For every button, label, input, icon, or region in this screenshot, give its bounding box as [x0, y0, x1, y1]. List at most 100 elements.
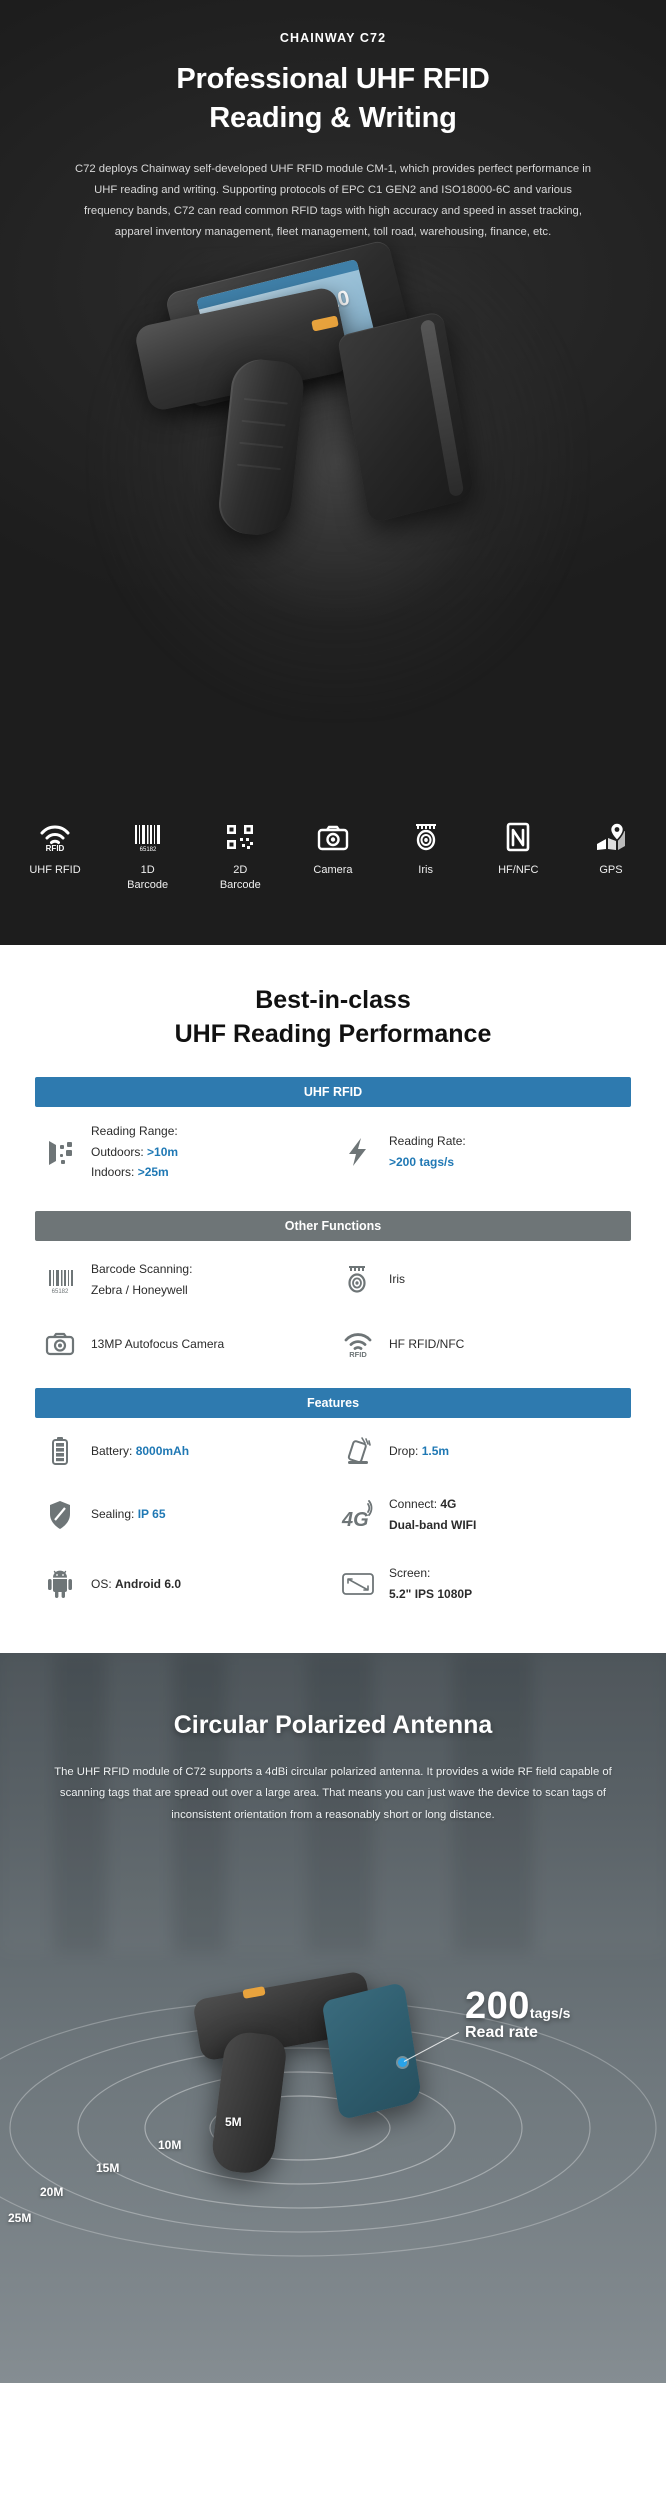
reading-rate-label: Reading Rate:: [389, 1134, 466, 1149]
qr-2d-icon: [203, 818, 277, 852]
spec-connect: 4G Connect: 4G Dual-band WIFI: [333, 1480, 631, 1549]
nfc-icon: [481, 818, 555, 852]
grip-ridge: [243, 397, 288, 405]
spec-text: Screen: 5.2" IPS 1080P: [389, 1563, 472, 1604]
feature-item-1d-barcode: 65182 1D Barcode: [111, 818, 185, 893]
read-rate-unit: tags/s: [529, 2004, 571, 2021]
spec-text: HF RFID/NFC: [389, 1334, 464, 1355]
camera-label: 13MP Autofocus Camera: [91, 1336, 225, 1351]
indoors-value: >25m: [137, 1165, 169, 1180]
read-rate-callout: 200tags/s Read rate: [465, 1985, 570, 2042]
spec-text: 13MP Autofocus Camera: [91, 1334, 224, 1355]
feature-item-iris: Iris: [389, 818, 463, 878]
svg-text:65182: 65182: [52, 1289, 69, 1294]
battery-value: 8000mAh: [135, 1443, 190, 1458]
spec-text: Connect: 4G Dual-band WIFI: [389, 1494, 476, 1535]
section-header-uhf-rfid: UHF RFID: [35, 1077, 631, 1107]
sealing-value: IP 65: [137, 1507, 166, 1522]
grip-ridge: [236, 463, 281, 471]
grip-ridge: [239, 441, 284, 449]
svg-text:RFID: RFID: [46, 844, 65, 852]
range-ring-label-20m: 20M: [40, 2184, 64, 2199]
rfid-signal-icon: [43, 1137, 77, 1167]
connect-value-2: Dual-band WIFI: [389, 1517, 477, 1532]
barcode-scanning-label: Barcode Scanning:: [91, 1261, 193, 1276]
specs-title-line1: Best-in-class: [255, 986, 411, 1014]
reading-rate-value: >200 tags/s: [389, 1154, 455, 1169]
connect-label: Connect:: [389, 1497, 441, 1512]
4g-icon: 4G: [341, 1499, 375, 1530]
feature-icon-strip: RFID UHF RFID 65182 1D Barcode 2D Barcod…: [0, 818, 666, 893]
outdoors-value: >10m: [147, 1144, 179, 1159]
iris-icon: [341, 1265, 375, 1295]
range-ring-label-10m: 10M: [158, 2137, 182, 2152]
feature-item-camera: Camera: [296, 818, 370, 878]
gps-icon: [574, 818, 648, 852]
spec-camera: 13MP Autofocus Camera: [35, 1314, 333, 1374]
spec-battery: Battery: 8000mAh: [35, 1418, 333, 1480]
iris-label: Iris: [389, 1272, 405, 1287]
spec-screen: Screen: 5.2" IPS 1080P: [333, 1549, 631, 1618]
specs-title-line2: UHF Reading Performance: [174, 1020, 492, 1048]
page-title: Professional UHF RFID Reading & Writing: [0, 60, 666, 137]
drop-icon: [341, 1436, 375, 1466]
read-rate-sub-label: Read rate: [465, 2023, 538, 2041]
section-header-other-functions: Other Functions: [35, 1210, 631, 1241]
product-page: CHAINWAY C72 Professional UHF RFID Readi…: [0, 0, 666, 2500]
spec-text: OS: Android 6.0: [91, 1574, 181, 1595]
spec-reading-rate: Reading Rate: >200 tags/s: [333, 1107, 631, 1197]
spec-drop: Drop: 1.5m: [333, 1418, 631, 1480]
feature-label: GPS: [599, 864, 623, 877]
antenna-section: Circular Polarized Antenna The UHF RFID …: [0, 1652, 666, 2383]
spec-reading-range: Reading Range: Outdoors: >10m Indoors: >…: [35, 1107, 333, 1197]
product-image: 10: [0, 210, 666, 810]
specs-section: Best-in-class UHF Reading Performance UH…: [0, 945, 666, 1653]
drop-value: 1.5m: [421, 1443, 450, 1458]
lightning-icon: [341, 1137, 375, 1167]
svg-text:65182: 65182: [139, 847, 156, 852]
feature-label: Iris: [418, 864, 433, 877]
feature-label: HF/NFC: [498, 864, 539, 877]
feature-item-2d-barcode: 2D Barcode: [203, 818, 277, 893]
spec-text: Reading Range: Outdoors: >10m Indoors: >…: [91, 1121, 178, 1183]
barcode-scanning-value: Zebra / Honeywell: [91, 1282, 188, 1297]
spec-text: Battery: 8000mAh: [91, 1441, 189, 1462]
feature-label: Camera: [313, 864, 353, 877]
section-header-features: Features: [35, 1388, 631, 1419]
hf-rfid-nfc-label: HF RFID/NFC: [389, 1336, 465, 1351]
screen-icon: [341, 1571, 375, 1597]
uhf-rfid-spec-grid: Reading Range: Outdoors: >10m Indoors: >…: [35, 1107, 631, 1197]
grip-ridge: [241, 419, 286, 427]
rfid-wifi-icon: RFID: [18, 818, 92, 852]
shield-icon: [43, 1500, 77, 1530]
battery-label: Battery:: [91, 1443, 136, 1458]
hero-section: CHAINWAY C72 Professional UHF RFID Readi…: [0, 0, 666, 945]
spec-os: OS: Android 6.0: [35, 1549, 333, 1618]
barcode-1d-icon: 65182: [111, 818, 185, 852]
camera-icon: [296, 818, 370, 852]
outdoors-label: Outdoors:: [91, 1144, 148, 1159]
other-functions-spec-grid: 65182 Barcode Scanning: Zebra / Honeywel…: [35, 1241, 631, 1374]
reading-range-label: Reading Range:: [91, 1124, 178, 1138]
spec-sealing: Sealing: IP 65: [35, 1480, 333, 1549]
antenna-range-scene: 200tags/s Read rate 5M 10M 15M 20M 25M: [0, 1953, 666, 2383]
spec-text: Reading Rate: >200 tags/s: [389, 1131, 466, 1172]
connect-value: 4G: [440, 1497, 457, 1512]
range-ring-label-5m: 5M: [225, 2114, 242, 2129]
antenna-title: Circular Polarized Antenna: [173, 1710, 493, 1739]
drop-label: Drop:: [389, 1443, 422, 1458]
sealing-label: Sealing:: [91, 1507, 138, 1522]
read-rate-value: 200: [465, 1984, 530, 2027]
spec-iris: Iris: [333, 1241, 631, 1314]
camera-icon: [43, 1331, 77, 1357]
os-value: Android 6.0: [115, 1576, 182, 1591]
rfid-wifi-icon: RFID: [341, 1330, 375, 1358]
spec-barcode-scanning: 65182 Barcode Scanning: Zebra / Honeywel…: [35, 1241, 333, 1314]
svg-text:RFID: RFID: [349, 1350, 367, 1358]
spec-text: Drop: 1.5m: [389, 1441, 449, 1462]
range-ring-label-15m: 15M: [96, 2160, 120, 2175]
feature-label: 1D Barcode: [127, 864, 169, 892]
svg-text:4G: 4G: [341, 1509, 369, 1530]
spec-text: Sealing: IP 65: [91, 1504, 166, 1525]
page-title-line2: Reading & Writing: [209, 101, 457, 134]
